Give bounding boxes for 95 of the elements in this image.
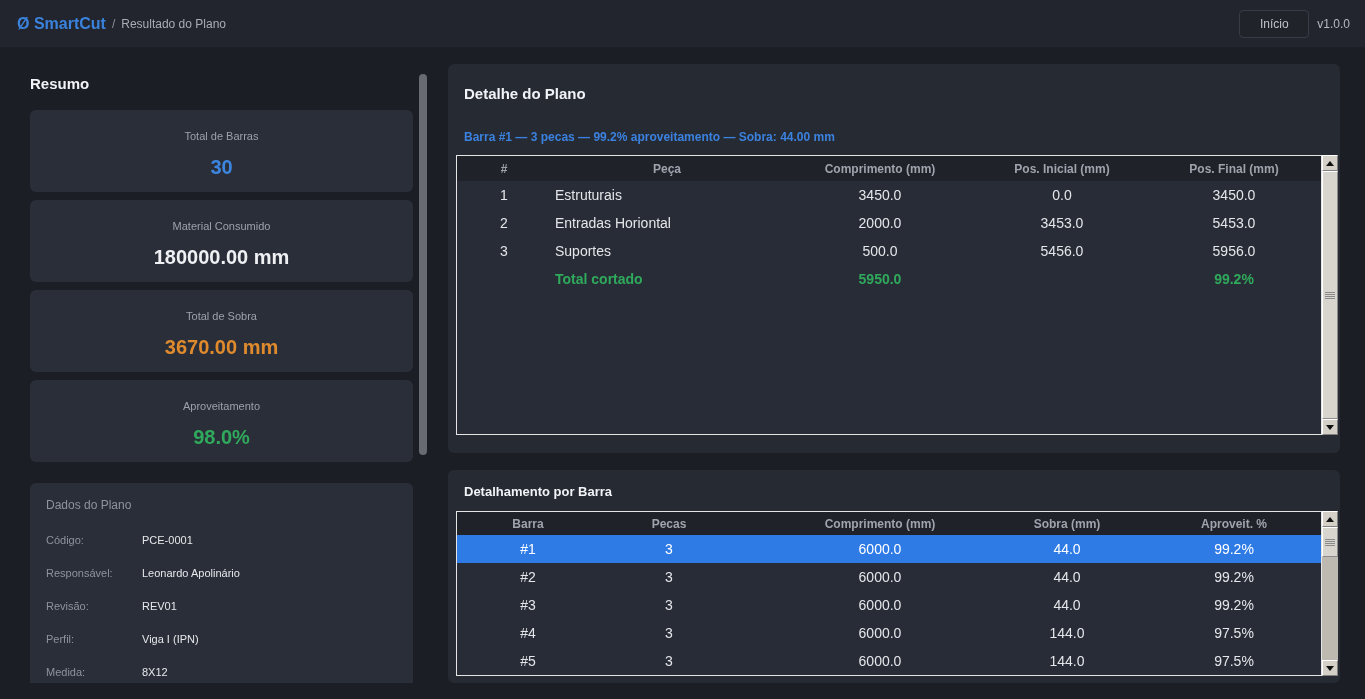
field-value: PCE-0001 — [142, 533, 193, 546]
table-cell: 5956.0 — [1212, 243, 1256, 259]
caret-down-icon — [1326, 665, 1334, 671]
field-label: Perfil: — [46, 632, 75, 645]
table-cell: #2 — [520, 569, 536, 585]
table-cell: 3 — [500, 243, 508, 259]
table-cell: 99.2% — [1214, 597, 1254, 613]
table-cell: 3450.0 — [1212, 187, 1256, 203]
table-cell: Total cortado — [555, 271, 643, 287]
table-cell: 5950.0 — [858, 271, 902, 287]
table-row[interactable]: #1 3 6000.0 44.0 99.2% — [457, 535, 1321, 563]
column-header[interactable]: Pos. Inicial (mm) — [1014, 161, 1110, 176]
table-cell: 3453.0 — [1040, 215, 1084, 231]
page-title: Resultado do Plano — [121, 16, 226, 31]
table-cell: 3 — [665, 569, 673, 585]
panel-title: Detalhe do Plano — [463, 84, 586, 104]
table-cell: 99.2% — [1214, 271, 1254, 287]
stat-value: 30 — [210, 155, 233, 179]
caret-up-icon — [1326, 160, 1334, 166]
field-value: 8X12 — [142, 665, 168, 678]
caret-up-icon — [1326, 516, 1334, 522]
column-header[interactable]: Aproveit. % — [1201, 516, 1267, 531]
home-button[interactable]: Início — [1239, 9, 1310, 38]
table-cell: 144.0 — [1049, 653, 1085, 669]
scroll-down-button[interactable] — [1322, 419, 1338, 435]
table-cell: 44.0 — [1053, 569, 1081, 585]
scroll-up-button[interactable] — [1322, 155, 1338, 171]
table-cell: 5453.0 — [1212, 215, 1256, 231]
caret-down-icon — [1326, 424, 1334, 430]
column-header[interactable]: Barra — [512, 516, 544, 531]
field-value: REV01 — [142, 599, 177, 612]
stat-label: Total de Barras — [184, 130, 259, 143]
table-cell: 6000.0 — [858, 625, 902, 641]
table-cell: #5 — [520, 653, 536, 669]
table-cell: #1 — [520, 541, 536, 557]
table-cell: 97.5% — [1214, 625, 1254, 641]
scroll-thumb[interactable] — [1322, 527, 1338, 557]
field-value: Viga I (IPN) — [142, 632, 199, 645]
table-cell: 3 — [665, 625, 673, 641]
table-cell: 97.5% — [1214, 653, 1254, 669]
field-label: Código: — [46, 533, 84, 546]
stat-label: Aproveitamento — [182, 400, 260, 413]
stat-label: Material Consumido — [172, 220, 271, 233]
table-cell: Entradas Horiontal — [555, 215, 671, 231]
table-cell: #4 — [520, 625, 536, 641]
table-cell: 5456.0 — [1040, 243, 1084, 259]
table-cell: 6000.0 — [858, 541, 902, 557]
column-header[interactable]: # — [500, 161, 508, 176]
table-cell: 3 — [665, 541, 673, 557]
field-label: Responsável: — [46, 566, 113, 579]
section-title: Resumo — [30, 74, 91, 94]
stat-value: 180000.00 mm — [153, 245, 290, 269]
scroll-thumb[interactable] — [419, 74, 427, 455]
column-header[interactable]: Comprimento (mm) — [824, 516, 936, 531]
column-header[interactable]: Comprimento (mm) — [824, 161, 936, 176]
table-cell: 44.0 — [1053, 541, 1081, 557]
table-cell: 3 — [665, 653, 673, 669]
scroll-down-button[interactable] — [1322, 660, 1338, 676]
table-cell: 6000.0 — [858, 597, 902, 613]
column-header[interactable]: Pos. Final (mm) — [1189, 161, 1279, 176]
grip-icon — [1325, 538, 1335, 546]
table-cell: 500.0 — [862, 243, 898, 259]
column-header[interactable]: Pecas — [651, 516, 687, 531]
stat-label: Total de Sobra — [186, 310, 257, 323]
column-header[interactable]: Sobra (mm) — [1033, 516, 1101, 531]
column-header[interactable]: Peça — [653, 161, 681, 176]
stat-value: 3670.00 mm — [164, 335, 279, 359]
table-cell: 0.0 — [1052, 187, 1072, 203]
table-cell: 2000.0 — [858, 215, 902, 231]
table-cell: Suportes — [555, 243, 612, 259]
table-cell: Estruturais — [555, 187, 622, 203]
field-label: Revisão: — [46, 599, 89, 612]
panel-title: Detalhamento por Barra — [463, 483, 613, 501]
table-cell: 1 — [500, 187, 508, 203]
card-title: Dados do Plano — [46, 497, 133, 513]
table-cell: 6000.0 — [858, 653, 902, 669]
breadcrumb-separator: / — [111, 16, 116, 31]
app-logo[interactable]: Ø SmartCut — [17, 14, 106, 33]
bar-summary: Barra #1 — 3 pecas — 99.2% aproveitamento — Sobra: 44.00 mm — [463, 130, 835, 144]
table-cell: 2 — [500, 215, 508, 231]
table-cell: 99.2% — [1214, 569, 1254, 585]
table-cell: 44.0 — [1053, 597, 1081, 613]
scroll-up-button[interactable] — [1322, 511, 1338, 527]
table-cell: 6000.0 — [858, 569, 902, 585]
field-label: Medida: — [46, 665, 86, 678]
field-value: Leonardo Apolinário — [142, 566, 240, 579]
version-label: v1.0.0 — [1317, 16, 1350, 31]
table-cell: 3 — [665, 597, 673, 613]
scrollbar[interactable] — [1322, 511, 1338, 676]
table-cell: 3450.0 — [858, 187, 902, 203]
table-cell: #3 — [520, 597, 536, 613]
grip-icon — [1325, 291, 1335, 299]
table-cell: 144.0 — [1049, 625, 1085, 641]
stat-value: 98.0% — [193, 425, 250, 449]
table-cell: 99.2% — [1214, 541, 1254, 557]
